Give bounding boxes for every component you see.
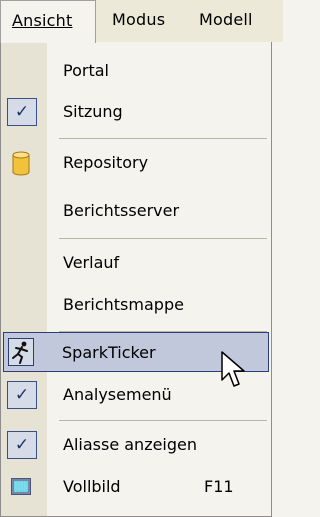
menu-item-repository[interactable]: Repository — [3, 143, 269, 183]
menu-item-vollbild[interactable]: Vollbild F11 — [3, 467, 269, 507]
menu-modell-label: Modell — [199, 10, 253, 29]
menu-item-portal-label: Portal — [63, 61, 109, 80]
menu-modus-label: Modus — [112, 10, 166, 29]
menu-item-repository-label: Repository — [63, 153, 149, 172]
menu-item-verlauf[interactable]: Verlauf — [3, 243, 269, 283]
menu-item-sitzung-label: Sitzung — [63, 102, 123, 121]
menu-item-aliasse-anzeigen[interactable]: ✓ Aliasse anzeigen — [3, 425, 269, 465]
menu-item-berichtsserver-label: Berichtsserver — [63, 201, 180, 220]
ansicht-dropdown-menu: Portal ✓ Sitzung Repository Berichtsserv… — [0, 42, 272, 517]
menu-item-verlauf-label: Verlauf — [63, 253, 120, 272]
menu-item-berichtsserver[interactable]: Berichtsserver — [3, 191, 269, 231]
menu-modell[interactable]: Modell — [199, 0, 253, 42]
menu-item-aliasse-anzeigen-label: Aliasse anzeigen — [63, 435, 198, 454]
database-icon — [11, 151, 31, 176]
menu-item-sitzung[interactable]: ✓ Sitzung — [3, 92, 269, 132]
menu-modus[interactable]: Modus — [112, 0, 165, 42]
checkmark-icon: ✓ — [7, 98, 37, 126]
menu-bar: Ansicht Modus Modell — [0, 0, 283, 43]
menu-separator — [59, 138, 267, 139]
menu-item-vollbild-shortcut: F11 — [204, 477, 234, 496]
menu-item-analysemenue-label: Analysemenü — [63, 385, 172, 404]
mouse-pointer-icon — [220, 350, 246, 390]
runner-icon — [8, 338, 34, 366]
menu-separator — [59, 238, 267, 239]
menu-ansicht[interactable]: Ansicht — [0, 0, 96, 43]
menu-item-vollbild-label: Vollbild — [63, 477, 121, 496]
menu-item-berichtsmappe-label: Berichtsmappe — [63, 295, 184, 314]
menu-item-portal[interactable]: Portal — [3, 51, 269, 91]
fullscreen-icon — [11, 478, 31, 495]
checkmark-icon: ✓ — [7, 381, 37, 409]
menu-item-berichtsmappe[interactable]: Berichtsmappe — [3, 285, 269, 325]
menu-item-sparkticker-label: SparkTicker — [62, 343, 156, 362]
menu-ansicht-label: Ansicht — [12, 11, 73, 30]
checkmark-icon: ✓ — [7, 431, 37, 459]
menu-separator — [59, 420, 267, 421]
